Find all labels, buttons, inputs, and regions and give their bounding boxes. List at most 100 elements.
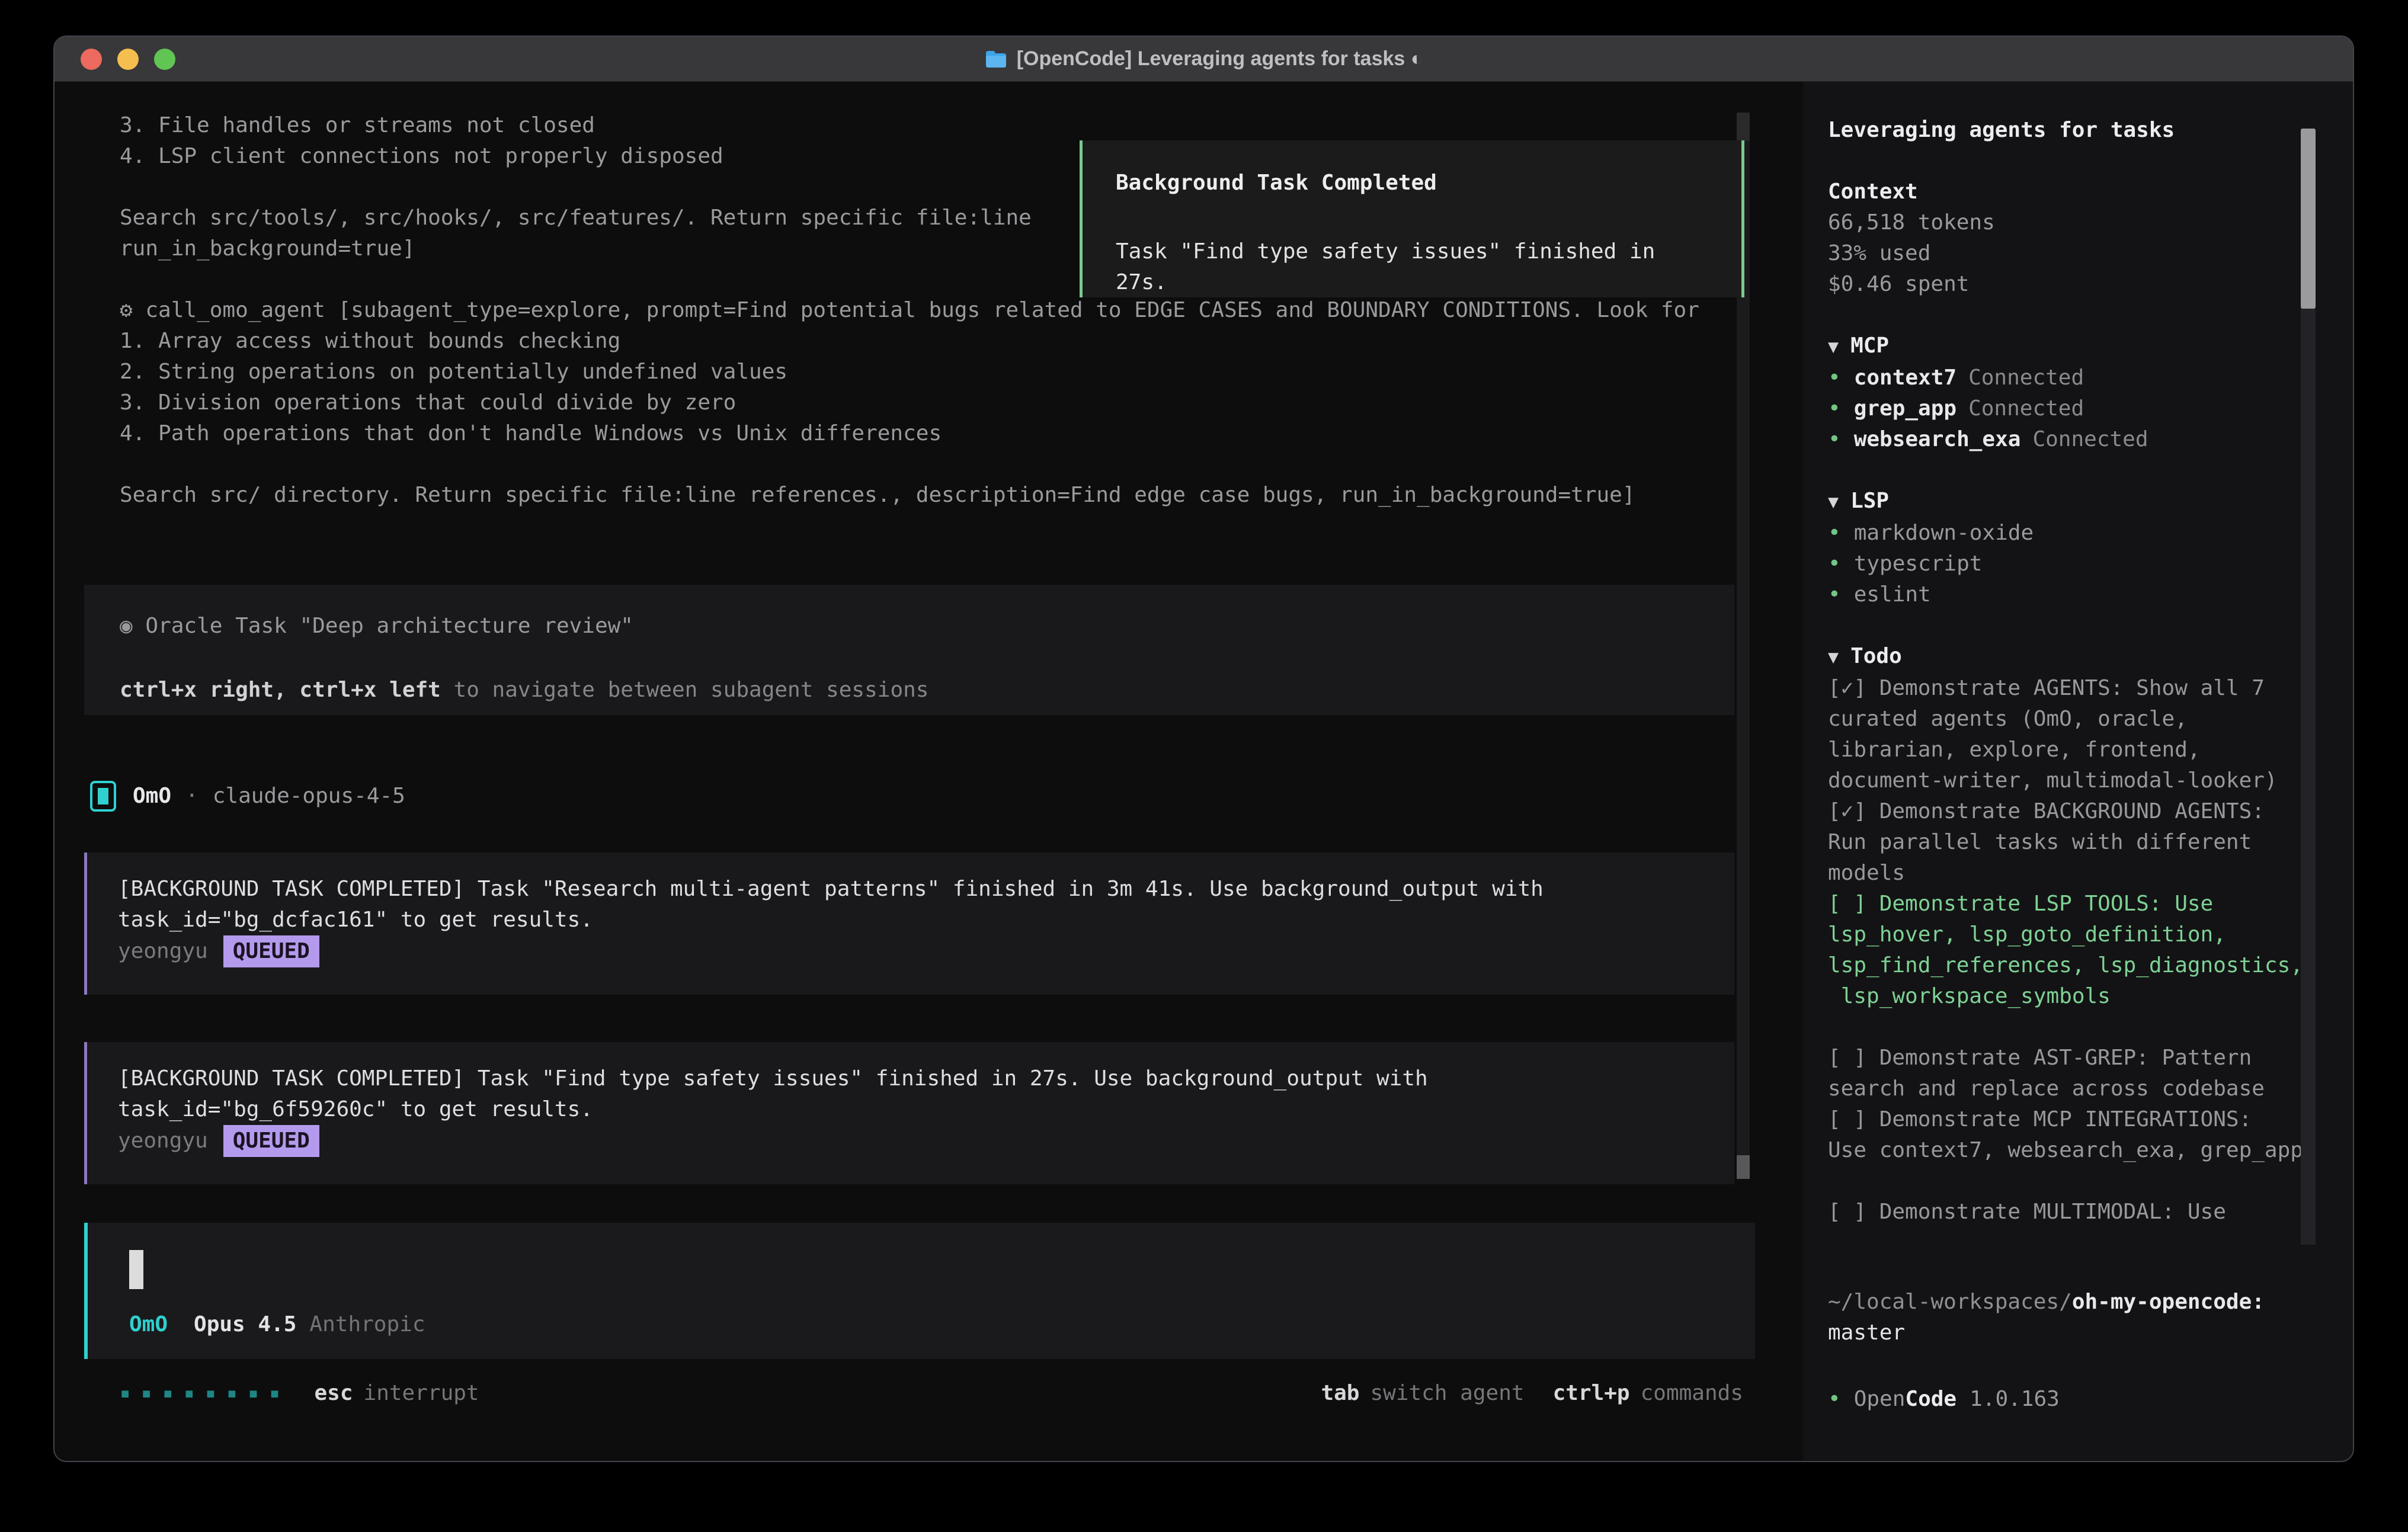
mcp-item: • websearch_exa Connected (1828, 424, 2320, 455)
input-agent-label: OmO (129, 1309, 168, 1340)
window-title: [OpenCode] Leveraging agents for tasks ◐ (985, 47, 1423, 70)
statusbar-label-interrupt: interrupt (364, 1378, 479, 1409)
todo-item-background-agents: [✓] Demonstrate BACKGROUND AGENTS: Run p… (1828, 796, 2320, 889)
status-bar: ▪▪▪▪▪▪▪▪ esc interrupt tab switch agent … (120, 1376, 1743, 1411)
chevron-down-icon: ▼ (1828, 647, 1839, 668)
lsp-item: • eslint (1828, 579, 2320, 610)
bullet-icon: • (1828, 427, 1841, 451)
lsp-item-name: markdown-oxide (1854, 521, 2034, 545)
folder-icon (985, 50, 1007, 69)
bullet-icon: • (1828, 552, 1841, 576)
mcp-item-status: Connected (1968, 366, 2084, 390)
message-text-line2: task_id="bg_6f59260c" to get results. (118, 1094, 1734, 1125)
bullet-icon: • (1828, 1387, 1841, 1411)
todo-item-ast-grep: [ ] Demonstrate AST-GREP: Pattern search… (1828, 1043, 2320, 1104)
todo-section-header[interactable]: ▼ Todo (1828, 641, 2320, 673)
oracle-task-title: Oracle Task "Deep architecture review" (145, 614, 633, 638)
main-scrollbar-thumb[interactable] (1737, 1155, 1750, 1179)
context-used: 33% used (1828, 238, 2320, 269)
message-author: yeongyu (118, 1126, 208, 1156)
mcp-item-name: context7 (1854, 366, 1956, 390)
context-section: Context 66,518 tokens 33% used $0.46 spe… (1828, 177, 2320, 300)
message-block: [BACKGROUND TASK COMPLETED] Task "Find t… (84, 1042, 1734, 1184)
bullet-icon: • (1828, 396, 1841, 421)
prompt-input[interactable]: OmO Opus 4.5 Anthropic (84, 1223, 1755, 1359)
todo-item-lsp-tools: [ ] Demonstrate LSP TOOLS: Use lsp_hover… (1828, 889, 2320, 1012)
zoom-button[interactable] (154, 49, 175, 70)
agent-name: OmO (133, 781, 171, 812)
workspace-branch: master (1828, 1318, 2320, 1348)
todo-item-multimodal: [ ] Demonstrate MULTIMODAL: Use (1828, 1197, 2320, 1227)
lsp-item: • markdown-oxide (1828, 518, 2320, 549)
oracle-task-hint: ctrl+x right, ctrl+x left to navigate be… (120, 675, 1734, 706)
message-text-line2: task_id="bg_dcfac161" to get results. (118, 905, 1734, 935)
todo-item-mcp-integrations: [ ] Demonstrate MCP INTEGRATIONS: Use co… (1828, 1104, 2320, 1166)
terminal-main-pane: 3. File handles or streams not closed 4.… (55, 82, 1803, 1460)
lsp-item: • typescript (1828, 549, 2320, 579)
bullet-icon: • (1828, 366, 1841, 390)
mcp-item: • context7 Connected (1828, 363, 2320, 393)
statusbar-key-ctrl-p: ctrl+p (1553, 1378, 1630, 1409)
spinner-icon: ▪▪▪▪▪▪▪▪ (120, 1378, 291, 1409)
mcp-section-header[interactable]: ▼MCP (1828, 331, 2320, 363)
close-button[interactable] (81, 49, 102, 70)
titlebar: [OpenCode] Leveraging agents for tasks ◐ (55, 37, 2353, 82)
main-scrollbar-top-segment (1737, 113, 1750, 141)
window-title-text: [OpenCode] Leveraging agents for tasks ◐ (1017, 47, 1423, 70)
context-spent: $0.46 spent (1828, 269, 2320, 300)
statusbar-key-esc: esc (315, 1378, 353, 1409)
lsp-section-header[interactable]: ▼LSP (1828, 486, 2320, 518)
notification-title: Background Task Completed (1116, 168, 1708, 198)
status-badge: QUEUED (223, 1125, 319, 1157)
context-heading: Context (1828, 177, 2320, 207)
app-window: [OpenCode] Leveraging agents for tasks ◐… (53, 36, 2354, 1462)
oracle-task-title-row: ◉ Oracle Task "Deep architecture review" (120, 611, 1734, 642)
agent-model: claude-opus-4-5 (213, 781, 405, 812)
sidebar-scrollbar-thumb[interactable] (2301, 129, 2316, 309)
agent-separator: · (185, 781, 198, 812)
minimize-button[interactable] (117, 49, 139, 70)
oracle-task-box[interactable]: ◉ Oracle Task "Deep architecture review"… (84, 585, 1734, 715)
sidebar: Leveraging agents for tasks Context 66,5… (1803, 82, 2353, 1460)
mcp-item-name: grep_app (1854, 396, 1956, 421)
agent-icon (90, 781, 116, 812)
todo-heading: Todo (1850, 644, 1902, 668)
oracle-task-icon: ◉ (120, 614, 133, 638)
input-provider-label: Anthropic (309, 1309, 425, 1340)
bullet-icon: • (1828, 582, 1841, 607)
message-block: [BACKGROUND TASK COMPLETED] Task "Resear… (84, 852, 1734, 995)
workspace-name: oh-my-opencode: (2072, 1290, 2265, 1314)
mcp-item-status: Connected (1968, 396, 2084, 421)
input-model-label: Opus 4.5 (194, 1309, 296, 1340)
statusbar-key-tab: tab (1321, 1378, 1359, 1409)
status-badge: QUEUED (223, 935, 319, 967)
lsp-item-name: typescript (1854, 552, 1983, 576)
version-row: • OpenCode 1.0.163 (1828, 1384, 2320, 1415)
lsp-heading: LSP (1850, 489, 1889, 513)
message-text-line1: [BACKGROUND TASK COMPLETED] Task "Find t… (118, 1063, 1734, 1094)
workspace-path: ~/local-workspaces/oh-my-opencode: (1828, 1287, 2320, 1318)
statusbar-label-switch-agent: switch agent (1370, 1378, 1524, 1409)
todo-section: ▼Todo [✓] Demonstrate AGENTS: Show all 7… (1828, 641, 2320, 1227)
chevron-down-icon: ▼ (1828, 336, 1839, 357)
notification-body: Task "Find type safety issues" finished … (1116, 236, 1708, 298)
input-meta-row: OmO Opus 4.5 Anthropic (129, 1309, 425, 1340)
version-number: 1.0.163 (1970, 1387, 2060, 1411)
text-cursor (129, 1250, 143, 1289)
statusbar-label-commands: commands (1641, 1378, 1743, 1409)
sidebar-scrollbar-track[interactable] (2301, 309, 2316, 1245)
mcp-item-name: websearch_exa (1854, 427, 2021, 451)
agent-header: OmO · claude-opus-4-5 (90, 781, 405, 812)
bullet-icon: • (1828, 521, 1841, 545)
lsp-item-name: eslint (1854, 582, 1931, 607)
context-tokens: 66,518 tokens (1828, 207, 2320, 238)
mcp-item: • grep_app Connected (1828, 393, 2320, 424)
session-title: Leveraging agents for tasks (1828, 115, 2320, 146)
background-task-notification: Background Task Completed Task "Find typ… (1080, 140, 1744, 297)
oracle-hint-text: to navigate between subagent sessions (441, 678, 929, 702)
mcp-item-status: Connected (2032, 427, 2148, 451)
version-name-dim: Open (1854, 1387, 1906, 1411)
message-text-line1: [BACKGROUND TASK COMPLETED] Task "Resear… (118, 874, 1734, 905)
traffic-lights (81, 37, 175, 82)
version-name-bold: Code (1905, 1387, 1956, 1411)
